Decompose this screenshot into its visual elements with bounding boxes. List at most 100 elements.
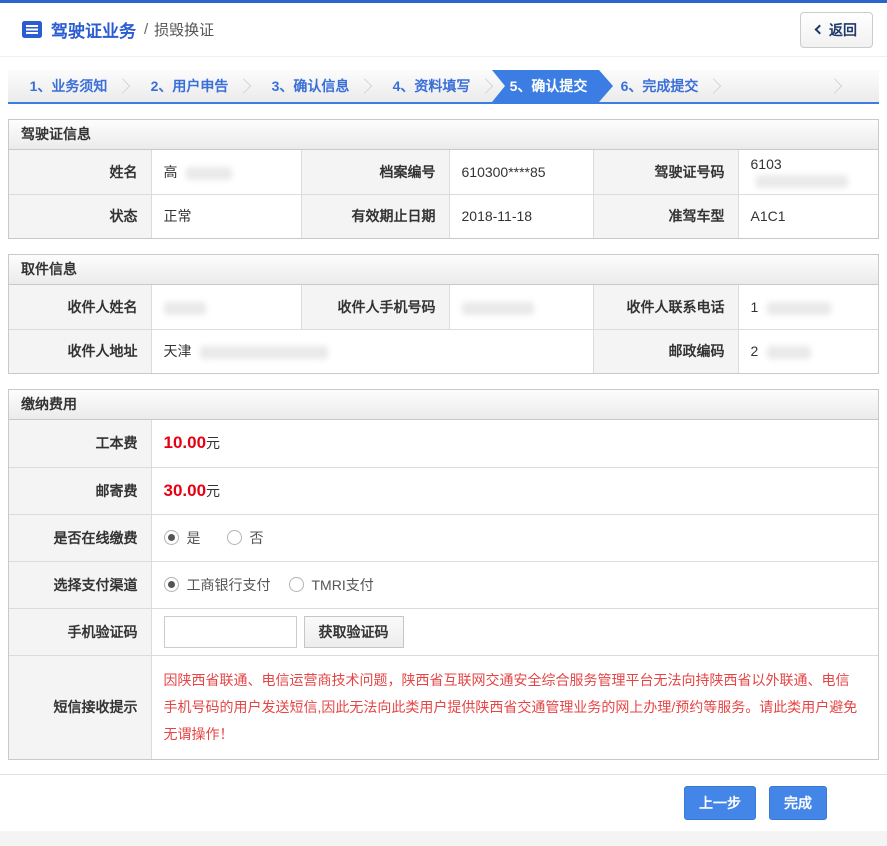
- field-label-postal-code: 邮政编码: [592, 328, 739, 373]
- previous-step-button[interactable]: 上一步: [684, 786, 756, 821]
- step-separator-icon: [356, 78, 373, 94]
- redacted-value: [755, 174, 848, 188]
- production-fee-amount: 10.00: [163, 433, 207, 453]
- breadcrumb-divider: /: [144, 21, 149, 38]
- page-title: 驾驶证业务: [51, 22, 136, 41]
- sms-code-row: 获取验证码: [163, 615, 878, 648]
- back-chevron-icon: [814, 24, 825, 35]
- back-button-label: 返回: [829, 21, 857, 38]
- redacted-value: [767, 346, 812, 360]
- step-bar-rest: [841, 70, 879, 102]
- postage-fee-amount: 30.00: [163, 480, 207, 500]
- step-label: 1、业务须知: [29, 78, 108, 94]
- field-value-recipient-mobile: [448, 285, 594, 330]
- redacted-value: [163, 301, 206, 315]
- field-value-online-payment: 是 否: [150, 513, 878, 562]
- table-row: 工本费 10.00元: [9, 420, 878, 468]
- payment-channel-radio-group: 工商银行支付 TMRI支付: [163, 575, 878, 595]
- redacted-value: [186, 166, 233, 180]
- field-value-sms-code: 获取验证码: [150, 607, 878, 656]
- field-label-status: 状态: [9, 193, 152, 238]
- field-text: 6103: [750, 155, 782, 172]
- footer-strip: [0, 831, 887, 846]
- radio-icon[interactable]: [163, 530, 179, 545]
- license-list-icon: [22, 21, 42, 38]
- redacted-value: [200, 346, 329, 360]
- step-business-notice[interactable]: 1、业务须知: [8, 70, 131, 102]
- field-value-license-no: 6103: [737, 150, 878, 195]
- step-fill-data[interactable]: 4、资料填写: [371, 70, 494, 102]
- field-text: 1: [750, 298, 759, 315]
- step-label: 2、用户申告: [150, 78, 229, 94]
- field-label-payment-channel: 选择支付渠道: [9, 560, 152, 609]
- field-label-valid-until: 有效期止日期: [300, 193, 450, 238]
- pickup-info-section: 取件信息 收件人姓名 收件人手机号码 收件人联系电话 1 收件人地址 天津 邮政…: [8, 254, 879, 374]
- field-label-file-no: 档案编号: [300, 150, 450, 195]
- radio-icon[interactable]: [288, 577, 304, 592]
- field-label-sms-code: 手机验证码: [9, 607, 152, 656]
- step-label: 4、资料填写: [392, 78, 471, 94]
- field-value-valid-until: 2018-11-18: [448, 193, 594, 238]
- payment-section: 缴纳费用 工本费 10.00元 邮寄费 30.00元 是否在线缴费 是 否 选择…: [8, 389, 879, 761]
- step-finish-submit[interactable]: 6、完成提交: [599, 70, 722, 102]
- fee-unit: 元: [206, 482, 221, 499]
- step-confirm-submit[interactable]: 5、确认提交: [492, 70, 613, 102]
- field-label-production-fee: 工本费: [9, 420, 152, 468]
- field-text: 2: [750, 343, 759, 360]
- field-value-file-no: 610300****85: [448, 150, 594, 195]
- field-text: 天津: [163, 343, 192, 360]
- field-value-sms-notice: 因陕西省联通、电信运营商技术问题，陕西省互联网交通安全综合服务管理平台无法向持陕…: [150, 654, 878, 760]
- redacted-value: [461, 301, 534, 315]
- radio-icon[interactable]: [226, 530, 242, 545]
- payment-section-title: 缴纳费用: [9, 390, 878, 420]
- page-header: 驾驶证业务 / 损毁换证 返回: [0, 3, 887, 57]
- step-separator-icon: [477, 78, 494, 94]
- sms-code-input[interactable]: [163, 615, 297, 648]
- table-row: 是否在线缴费 是 否: [9, 513, 878, 562]
- radio-label: 是: [186, 529, 201, 546]
- step-user-declaration[interactable]: 2、用户申告: [129, 70, 252, 102]
- field-value-status: 正常: [150, 193, 302, 238]
- field-value-name: 高: [150, 150, 302, 195]
- radio-option-tmri[interactable]: TMRI支付: [288, 575, 374, 595]
- field-value-recipient-phone: 1: [737, 285, 878, 330]
- field-label-license-no: 驾驶证号码: [592, 150, 739, 195]
- field-value-recipient-address: 天津: [150, 328, 594, 373]
- pickup-section-title: 取件信息: [9, 255, 878, 285]
- radio-label: 否: [249, 529, 264, 546]
- table-row: 收件人地址 天津 邮政编码 2: [9, 328, 878, 373]
- field-label-sms-notice: 短信接收提示: [9, 654, 152, 760]
- step-label: 5、确认提交: [509, 78, 588, 94]
- radio-option-yes[interactable]: 是: [163, 528, 201, 548]
- field-label-postage-fee: 邮寄费: [9, 466, 152, 515]
- actions-bar: 上一步 完成: [0, 775, 887, 829]
- wizard-steps: 1、业务须知 2、用户申告 3、确认信息 4、资料填写 5、确认提交 6、完成提…: [8, 70, 879, 104]
- back-button[interactable]: 返回: [800, 11, 873, 48]
- step-label: 6、完成提交: [620, 78, 699, 94]
- redacted-value: [767, 301, 832, 315]
- field-label-recipient-address: 收件人地址: [9, 328, 152, 373]
- radio-icon[interactable]: [163, 577, 179, 592]
- breadcrumb: 驾驶证业务 / 损毁换证: [22, 17, 214, 42]
- field-label-recipient-phone: 收件人联系电话: [592, 285, 739, 330]
- step-confirm-info[interactable]: 3、确认信息: [250, 70, 373, 102]
- table-row: 姓名 高 档案编号 610300****85 驾驶证号码 6103: [9, 150, 878, 195]
- field-label-name: 姓名: [9, 150, 152, 195]
- step-label: 3、确认信息: [271, 78, 350, 94]
- field-label-online-payment: 是否在线缴费: [9, 513, 152, 562]
- field-value-postal-code: 2: [737, 328, 878, 373]
- table-row: 手机验证码 获取验证码: [9, 607, 878, 656]
- finish-button[interactable]: 完成: [769, 786, 827, 821]
- step-separator-icon: [705, 78, 722, 94]
- radio-label: 工商银行支付: [186, 576, 271, 593]
- license-section-title: 驾驶证信息: [9, 120, 878, 150]
- get-sms-code-button[interactable]: 获取验证码: [303, 615, 404, 648]
- step-filler: [720, 70, 843, 102]
- radio-label: TMRI支付: [311, 576, 374, 593]
- radio-option-no[interactable]: 否: [226, 528, 264, 548]
- field-value-vehicle-class: A1C1: [737, 193, 878, 238]
- radio-option-icbc[interactable]: 工商银行支付: [163, 575, 271, 595]
- field-value-payment-channel: 工商银行支付 TMRI支付: [150, 560, 878, 609]
- table-row: 邮寄费 30.00元: [9, 466, 878, 515]
- fee-unit: 元: [206, 435, 221, 452]
